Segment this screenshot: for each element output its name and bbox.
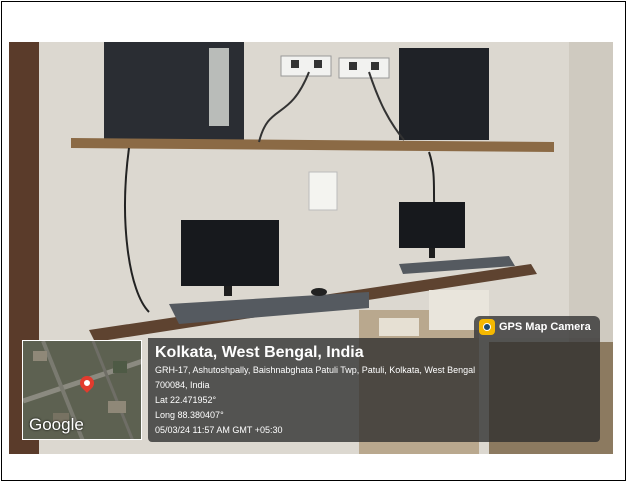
longitude: Long 88.380407° [155, 410, 224, 420]
google-logo: Google [29, 415, 84, 434]
badge-label: GPS Map Camera [499, 321, 591, 333]
monitor-right [399, 202, 465, 248]
address-line-1: GRH-17, Ashutoshpally, Baishnabghata Pat… [155, 365, 476, 375]
gps-map-camera-badge: GPS Map Camera [474, 316, 600, 338]
cpu-tower-right [399, 48, 489, 140]
mouse [311, 288, 327, 296]
address-line-2: 700084, India [155, 380, 210, 390]
monitor-left [181, 220, 279, 286]
timestamp: 05/03/24 11:57 AM GMT +05:30 [155, 425, 283, 435]
location-title: Kolkata, West Bengal, India [155, 344, 364, 361]
gps-camera-app-icon [479, 319, 495, 335]
map-thumbnail: Google [22, 340, 142, 440]
latitude: Lat 22.471952° [155, 395, 217, 405]
